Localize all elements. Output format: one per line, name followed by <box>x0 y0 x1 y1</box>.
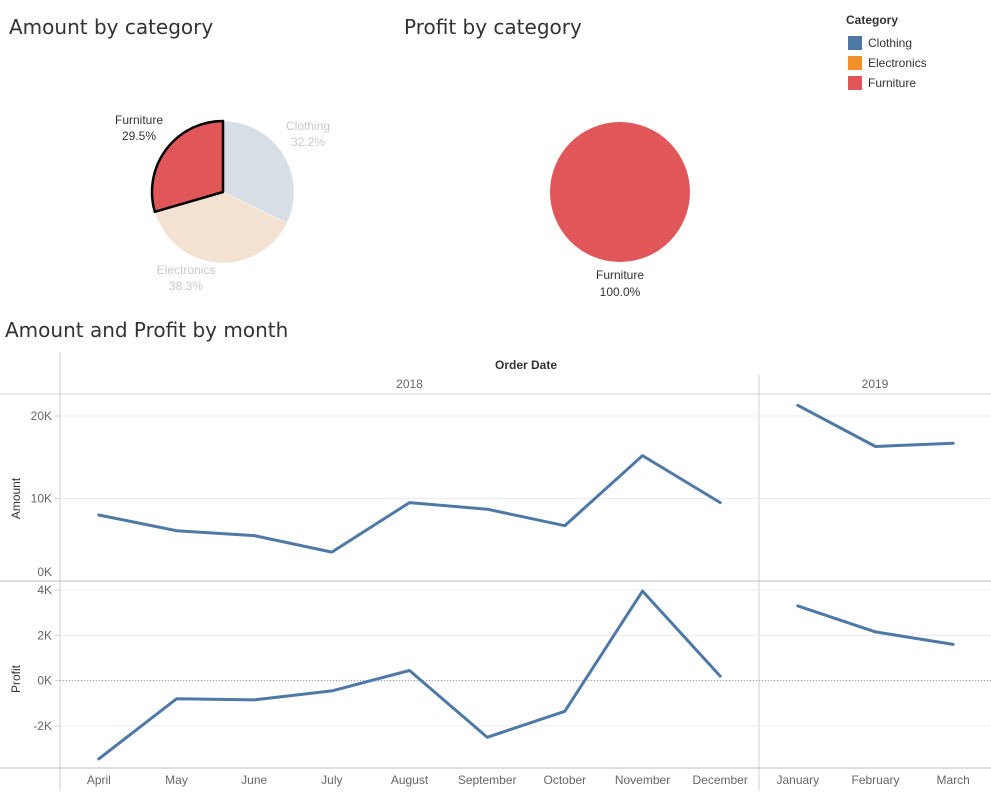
pie-slice-label: Electronics <box>157 263 216 277</box>
x-tick-label: July <box>321 773 342 787</box>
amount-line-2019[interactable] <box>796 403 955 448</box>
y-tick-label: 0K <box>37 565 52 579</box>
amount-point[interactable] <box>562 523 568 529</box>
y-tick-label: -2K <box>33 719 52 733</box>
x-tick-label: September <box>458 773 517 787</box>
x-tick-label: October <box>543 773 586 787</box>
pie-slice-label: Furniture <box>596 268 644 282</box>
year-label-2019: 2019 <box>862 377 889 391</box>
y-axis-label-amount: Amount <box>9 477 23 519</box>
pie-slice-percent: 32.2% <box>291 135 325 149</box>
profit-point[interactable] <box>717 673 723 679</box>
amount-point[interactable] <box>329 549 335 555</box>
profit-point[interactable] <box>562 708 568 714</box>
y-tick-label: 20K <box>31 409 52 423</box>
x-tick-label: June <box>241 773 267 787</box>
profit-point[interactable] <box>640 588 646 594</box>
x-tick-label: May <box>165 773 188 787</box>
y-tick-label: 0K <box>37 674 52 688</box>
y-tick-label: 10K <box>31 492 52 506</box>
profit-point[interactable] <box>873 629 879 635</box>
amount-point[interactable] <box>407 500 413 506</box>
profit-point[interactable] <box>329 688 335 694</box>
amount-point[interactable] <box>795 402 801 408</box>
x-tick-label: March <box>936 773 969 787</box>
profit-point[interactable] <box>795 603 801 609</box>
profit-point[interactable] <box>950 641 956 647</box>
x-tick-label: January <box>776 773 819 787</box>
pie-slice-percent: 29.5% <box>122 129 156 143</box>
pie-slice-label: Furniture <box>115 113 163 127</box>
amount-point[interactable] <box>873 444 879 450</box>
order-date-header: Order Date <box>495 358 557 372</box>
pie-slice-percent: 38.3% <box>169 279 203 293</box>
amount-point[interactable] <box>96 512 102 518</box>
amount-point[interactable] <box>640 453 646 459</box>
amount-point[interactable] <box>174 528 180 534</box>
profit-point[interactable] <box>174 696 180 702</box>
profit-point[interactable] <box>484 734 490 740</box>
amount-point[interactable] <box>251 533 257 539</box>
profit-line-2018[interactable] <box>97 589 722 761</box>
x-tick-label: August <box>391 773 429 787</box>
x-tick-label: November <box>615 773 670 787</box>
profit-line-2019[interactable] <box>796 604 955 646</box>
x-tick-label: December <box>692 773 747 787</box>
dashboard-charts: Clothing 32.2% Electronics 38.3% Furniture 29… <box>0 113 991 791</box>
y-axis-label-profit: Profit <box>9 664 23 693</box>
profit-point[interactable] <box>251 697 257 703</box>
y-tick-label: 4K <box>37 583 52 597</box>
profit-point[interactable] <box>407 667 413 673</box>
x-tick-label: April <box>87 773 111 787</box>
amount-point[interactable] <box>484 506 490 512</box>
profit-point[interactable] <box>96 756 102 762</box>
x-tick-label: February <box>851 773 899 787</box>
pie-slice-label: Clothing <box>286 119 330 133</box>
pie-slice-percent: 100.0% <box>600 285 641 299</box>
amount-point[interactable] <box>717 500 723 506</box>
year-label-2018: 2018 <box>396 377 423 391</box>
amount-point[interactable] <box>950 440 956 446</box>
pie-slice-furniture[interactable] <box>550 122 690 262</box>
y-tick-label: 2K <box>37 628 52 642</box>
